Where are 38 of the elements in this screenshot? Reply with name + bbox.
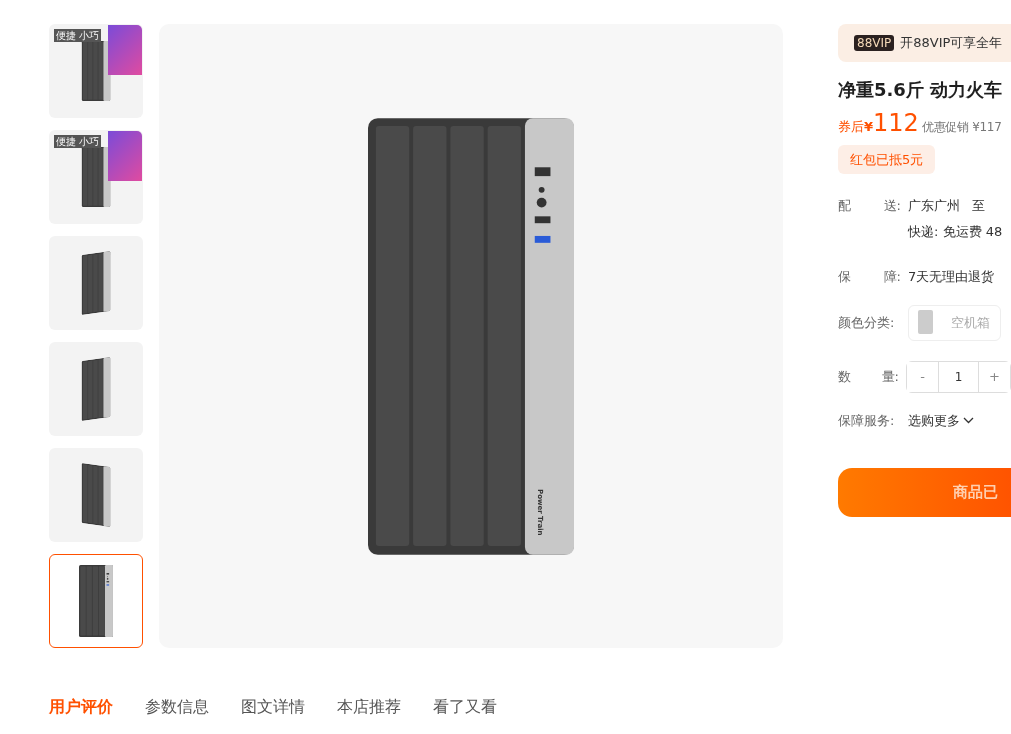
field-label: 保 — [838, 268, 851, 286]
vip-badge: 88VIP — [854, 35, 895, 51]
thumbnail[interactable] — [49, 554, 143, 648]
field-label: 配 — [838, 197, 851, 215]
tab[interactable]: 看了又看 — [433, 695, 497, 719]
delivery-info: 快递: 免运费 48 — [908, 222, 1004, 241]
guarantee-text: 7天无理由退货 — [908, 268, 995, 286]
computer-case-icon — [79, 565, 113, 637]
field-label: 障: — [883, 268, 901, 286]
thumbnail-tag: 便捷 小巧 — [54, 135, 102, 148]
field-label: 数 — [838, 367, 851, 386]
quantity-value[interactable]: 1 — [938, 361, 979, 392]
currency-symbol: ¥ — [864, 119, 874, 136]
field-label: 量: — [881, 367, 899, 386]
field-label: 颜色分类: — [838, 313, 896, 332]
tab[interactable]: 图文详情 — [241, 695, 305, 719]
thumbnail[interactable] — [49, 448, 143, 542]
vip-text: 开88VIP可享全年 — [900, 34, 1003, 53]
delivery-from: 广东广州 — [908, 197, 960, 215]
thumbnail[interactable]: 便捷 小巧 — [49, 130, 143, 224]
product-title: 净重5.6斤 动力火车 — [838, 78, 1004, 102]
promo-price: 优惠促销 ¥117 — [921, 119, 1002, 136]
service-link[interactable]: 选购更多 — [908, 410, 974, 430]
price-prefix: 券后 — [838, 118, 864, 136]
thumbnail[interactable] — [49, 236, 143, 330]
tab[interactable]: 本店推荐 — [337, 695, 401, 719]
thumbnail-tag: 便捷 小巧 — [54, 29, 102, 42]
price: 112 — [873, 111, 919, 135]
thumbnail[interactable]: 便捷 小巧 — [49, 24, 143, 118]
tab[interactable]: 参数信息 — [145, 695, 209, 719]
field-label: 送: — [883, 197, 901, 215]
field-label: 保障服务: — [838, 411, 896, 430]
coupon-tag: 红包已抵5元 — [838, 144, 936, 174]
thumbnail[interactable] — [49, 342, 143, 436]
chevron-down-icon — [963, 416, 974, 424]
monitor-screen — [108, 131, 142, 181]
monitor-screen — [108, 25, 142, 75]
delivery-to: 至 — [972, 197, 985, 215]
